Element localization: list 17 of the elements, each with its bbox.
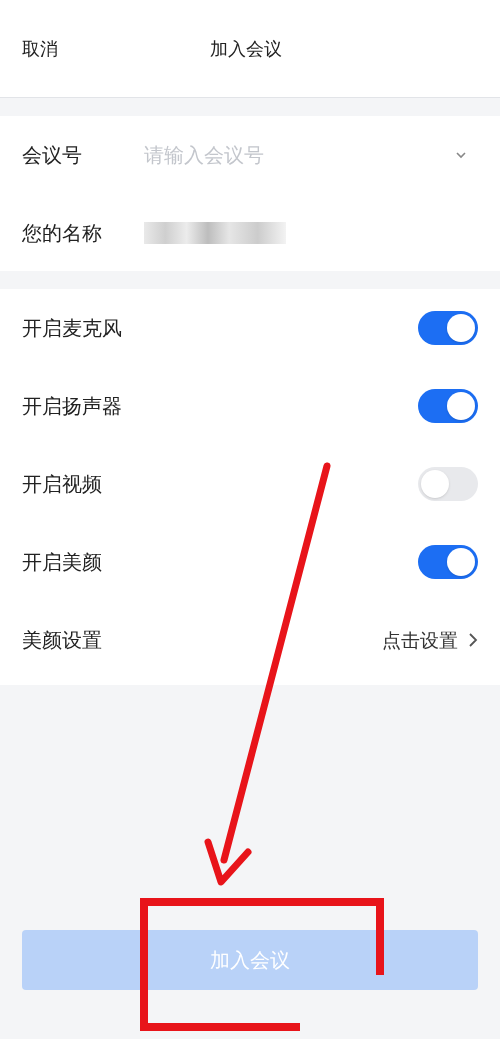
setting-label: 美颜设置 bbox=[22, 627, 102, 654]
chevron-down-icon[interactable] bbox=[454, 150, 468, 160]
field-label: 您的名称 bbox=[22, 219, 103, 247]
toggle-switch[interactable] bbox=[418, 545, 478, 579]
setting-label: 开启美颜 bbox=[22, 549, 102, 576]
field-label: 会议号 bbox=[22, 142, 83, 169]
chevron-right-icon[interactable] bbox=[468, 632, 478, 648]
setting-label: 开启视频 bbox=[22, 471, 102, 498]
cancel-button[interactable]: 取消 bbox=[22, 35, 58, 62]
setting-label: 开启扬声器 bbox=[22, 393, 122, 420]
page-title: 加入会议 bbox=[210, 37, 282, 61]
toggle-switch[interactable] bbox=[418, 467, 478, 501]
meeting-number-field[interactable]: 请输入会议号 bbox=[144, 140, 454, 170]
toggle-switch[interactable] bbox=[418, 389, 478, 423]
setting-value[interactable]: 点击设置 bbox=[382, 625, 458, 655]
setting-label: 开启麦克风 bbox=[22, 315, 122, 342]
toggle-switch[interactable] bbox=[418, 311, 478, 345]
